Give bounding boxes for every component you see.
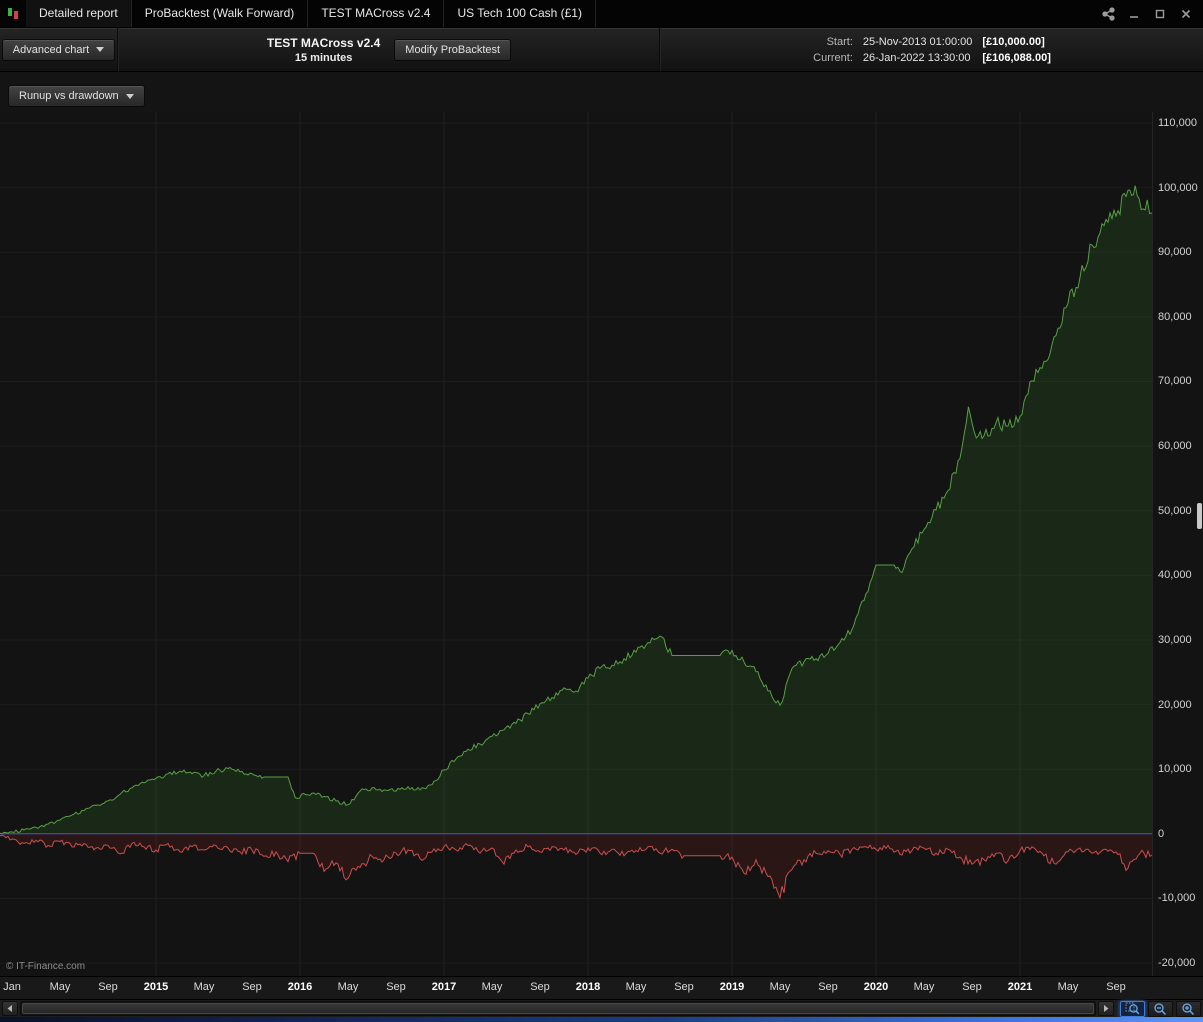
zoom-selection-icon[interactable] — [1120, 1000, 1145, 1017]
equity-curve-canvas[interactable] — [0, 112, 1152, 976]
toolbar: Advanced chart TEST MACross v2.4 15 minu… — [0, 28, 1203, 72]
x-axis-label: May — [481, 981, 503, 993]
window-controls — [1097, 0, 1203, 27]
current-datetime: 26-Jan-2022 13:30:00 — [862, 51, 971, 64]
chart-selector-row: Runup vs drawdown — [0, 72, 1203, 112]
toolbar-right-section: Start: 25-Nov-2013 01:00:00 [£10,000.00]… — [661, 28, 1203, 71]
backtest-summary: Start: 25-Nov-2013 01:00:00 [£10,000.00]… — [813, 36, 1051, 64]
x-axis-label: 2020 — [863, 981, 889, 993]
copyright-label: © IT-Finance.com — [6, 961, 86, 972]
tab-detailed-report[interactable]: Detailed report — [26, 0, 132, 27]
strategy-timeframe: 15 minutes — [294, 51, 353, 64]
x-axis-label: May — [625, 981, 647, 993]
chart-type-label: Runup vs drawdown — [19, 90, 119, 102]
x-axis-label: May — [1057, 981, 1079, 993]
y-axis-label: -10,000 — [1158, 892, 1196, 905]
zoom-controls — [1120, 1000, 1201, 1017]
y-axis-label: 80,000 — [1158, 310, 1192, 323]
start-amount: [£10,000.00] — [982, 35, 1045, 48]
tab-probacktest-walk-forward[interactable]: ProBacktest (Walk Forward) — [132, 0, 309, 27]
y-axis-label: 60,000 — [1158, 440, 1192, 453]
x-axis-label: 2016 — [287, 981, 313, 993]
share-icon[interactable] — [1097, 4, 1119, 24]
horizontal-scrollbar-track[interactable] — [20, 1001, 1096, 1016]
chevron-down-icon — [125, 93, 134, 99]
zoom-out-icon[interactable] — [1148, 1000, 1173, 1017]
x-axis-label: May — [193, 981, 215, 993]
chart-plot[interactable]: © IT-Finance.com — [0, 112, 1152, 976]
y-axis-label: 90,000 — [1158, 246, 1192, 259]
x-axis-label: May — [49, 981, 71, 993]
scroll-right-icon[interactable] — [1098, 1001, 1114, 1016]
tab-strategy[interactable]: TEST MACross v2.4 — [308, 0, 445, 27]
chevron-down-icon — [96, 47, 105, 52]
x-axis-label: May — [337, 981, 359, 993]
x-axis-label: May — [769, 981, 791, 993]
minimize-icon[interactable] — [1123, 4, 1145, 24]
x-axis-label: 2015 — [143, 981, 169, 993]
strategy-name: TEST MACross v2.4 — [266, 35, 381, 50]
close-icon[interactable] — [1175, 4, 1197, 24]
horizontal-scrollbar-thumb[interactable] — [22, 1003, 1094, 1014]
y-axis-label: -20,000 — [1158, 957, 1196, 970]
y-axis-label: 70,000 — [1158, 375, 1192, 388]
strategy-info: TEST MACross v2.4 15 minutes — [267, 36, 380, 64]
tab-instrument[interactable]: US Tech 100 Cash (£1) — [444, 0, 596, 27]
x-axis-label: Sep — [242, 981, 262, 993]
x-axis-label: Sep — [674, 981, 694, 993]
y-axis-label: 20,000 — [1158, 698, 1192, 711]
app-window: Detailed report ProBacktest (Walk Forwar… — [0, 0, 1203, 1022]
x-axis-label: 2019 — [719, 981, 745, 993]
y-axis-label: 10,000 — [1158, 763, 1192, 776]
chart-area: © IT-Finance.com 110,000 100,000 90,000 80,… — [0, 112, 1203, 976]
x-axis-label: 2017 — [431, 981, 457, 993]
start-label: Start: — [826, 35, 853, 48]
x-axis-label: 2021 — [1007, 981, 1033, 993]
advanced-chart-button[interactable]: Advanced chart — [1, 38, 116, 61]
start-datetime: 25-Nov-2013 01:00:00 — [862, 35, 973, 48]
toolbar-left-section: Advanced chart — [0, 28, 117, 71]
y-axis-label: 100,000 — [1158, 181, 1198, 194]
modify-probacktest-label: Modify ProBacktest — [405, 43, 501, 56]
titlebar-spacer — [596, 0, 1097, 27]
vertical-scrollbar-thumb[interactable] — [1197, 503, 1202, 529]
x-axis-label: Sep — [962, 981, 982, 993]
y-axis-label: 0 — [1158, 827, 1165, 840]
advanced-chart-label: Advanced chart — [12, 43, 90, 56]
x-axis-label: Jan — [3, 981, 21, 993]
modify-probacktest-button[interactable]: Modify ProBacktest — [394, 38, 512, 61]
y-axis-label: 30,000 — [1158, 633, 1192, 646]
y-axis: 110,000 100,000 90,000 80,000 70,000 60,000 50… — [1152, 112, 1203, 976]
scroll-left-icon[interactable] — [2, 1001, 18, 1016]
titlebar: Detailed report ProBacktest (Walk Forwar… — [0, 0, 1203, 28]
horizontal-scrollbar-row — [0, 999, 1203, 1017]
x-axis-label: Sep — [1106, 981, 1126, 993]
bottom-accent-strip — [0, 1017, 1203, 1022]
chart-type-dropdown[interactable]: Runup vs drawdown — [8, 85, 145, 107]
y-axis-label: 50,000 — [1158, 504, 1192, 517]
x-axis-label: Sep — [818, 981, 838, 993]
maximize-icon[interactable] — [1149, 4, 1171, 24]
current-amount: [£106,088.00] — [982, 51, 1051, 64]
x-axis: Jan May Sep 2015 May Sep 2016 May Sep 2017 May Sep 2… — [0, 976, 1203, 999]
y-axis-label: 40,000 — [1158, 569, 1192, 582]
toolbar-center-section: TEST MACross v2.4 15 minutes Modify ProB… — [119, 28, 659, 71]
current-label: Current: — [813, 51, 853, 64]
y-axis-label: 110,000 — [1158, 116, 1197, 129]
zoom-in-icon[interactable] — [1176, 1000, 1201, 1017]
x-axis-label: Sep — [386, 981, 406, 993]
app-icon — [0, 0, 26, 27]
x-axis-label: Sep — [98, 981, 118, 993]
x-axis-label: Sep — [530, 981, 550, 993]
x-axis-label: 2018 — [575, 981, 601, 993]
x-axis-label: May — [913, 981, 935, 993]
